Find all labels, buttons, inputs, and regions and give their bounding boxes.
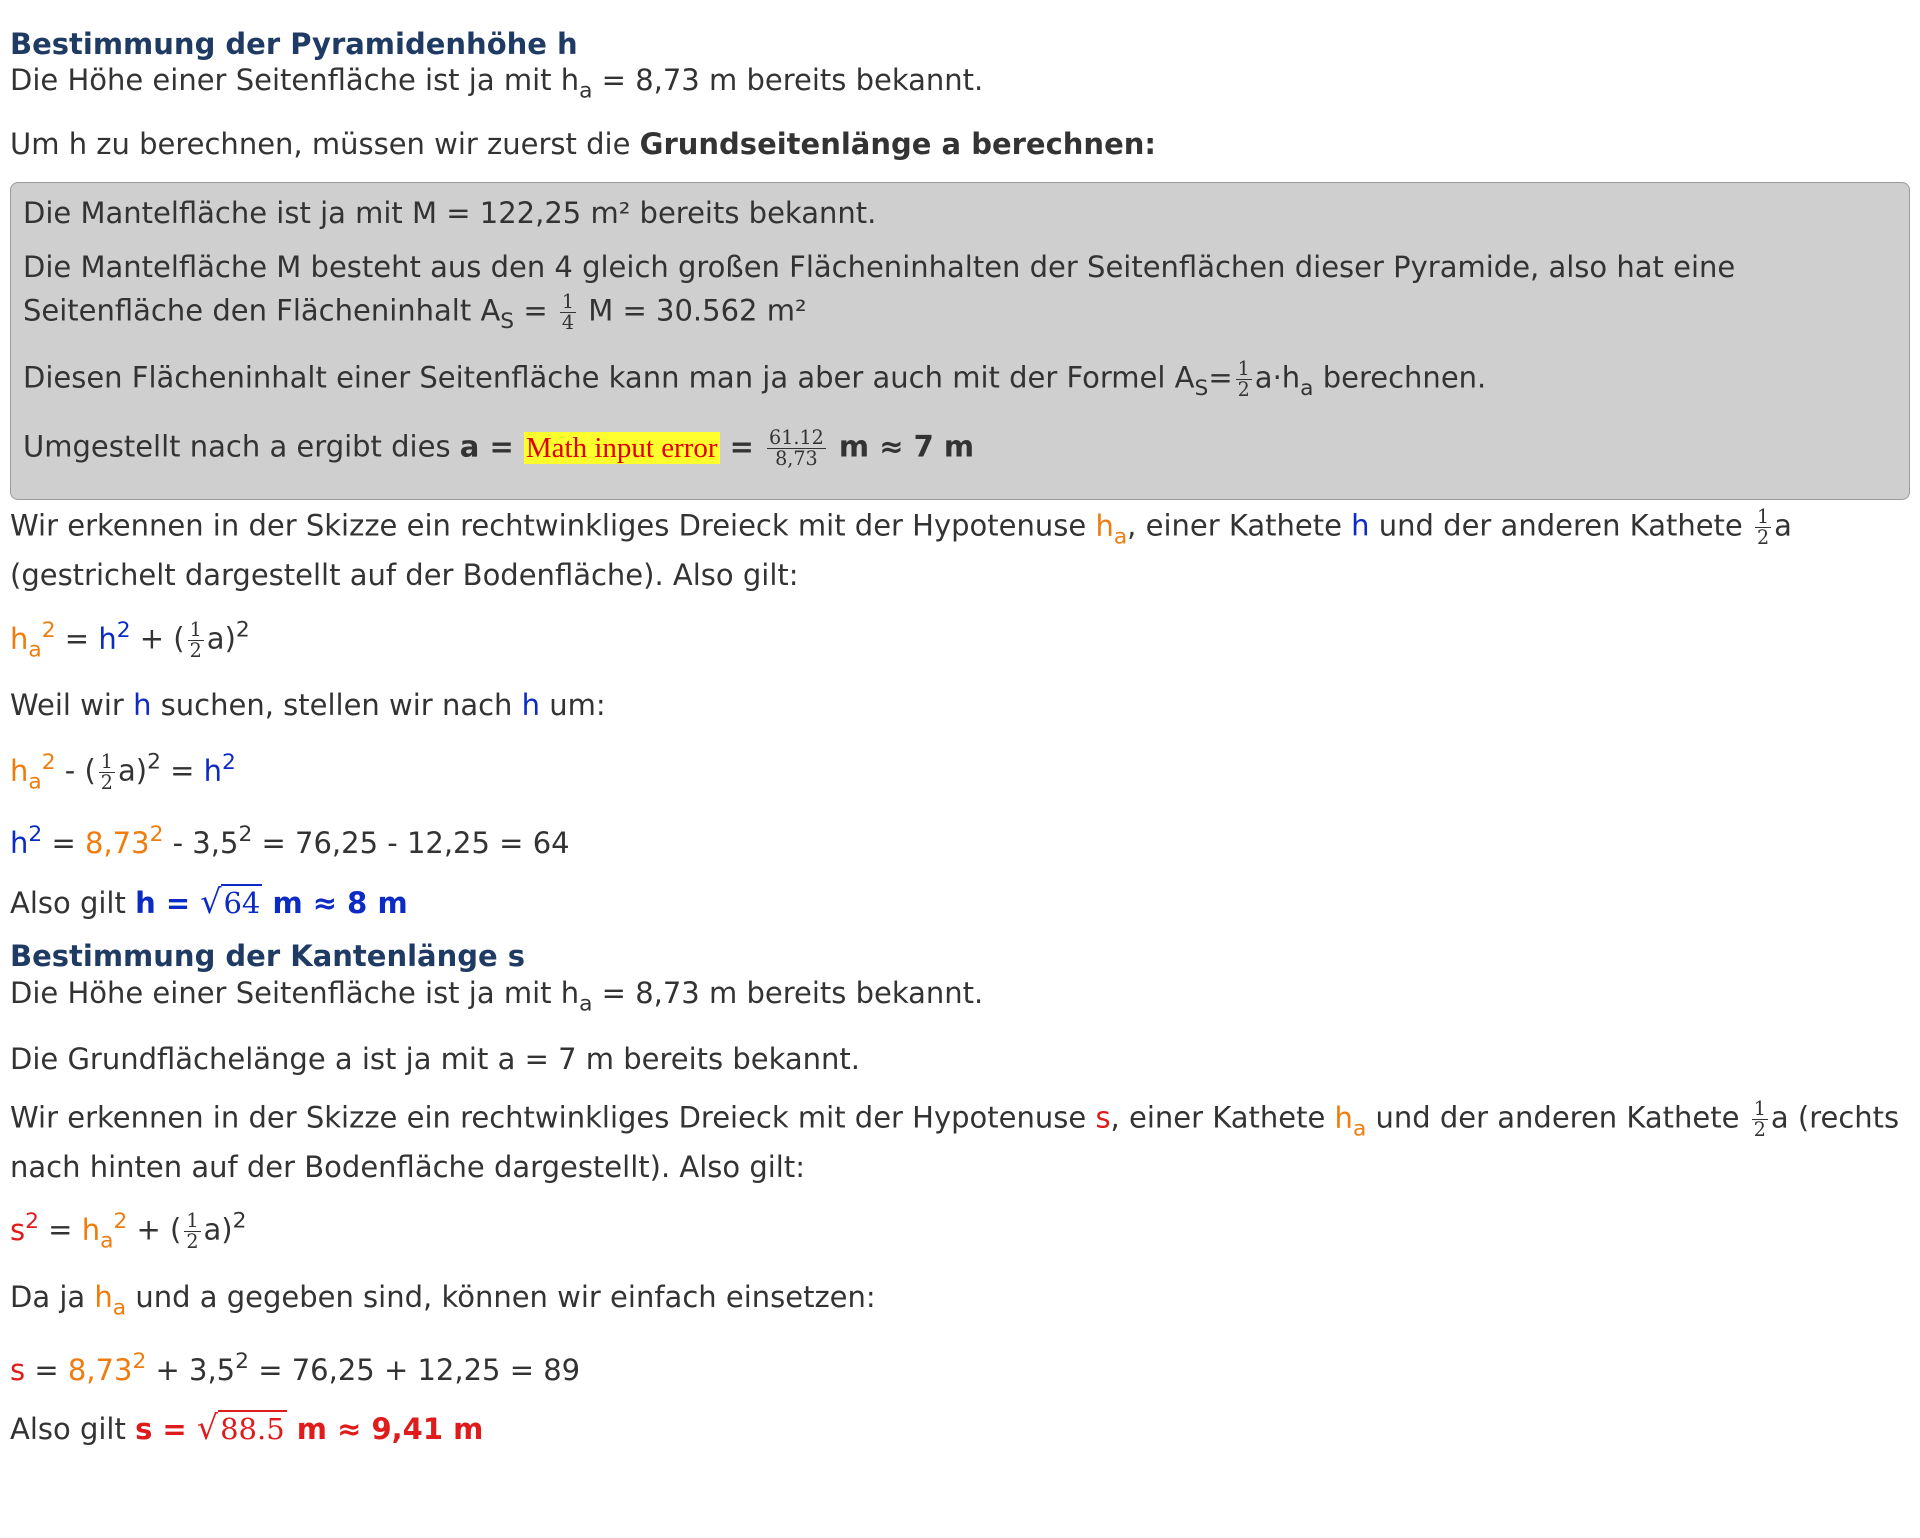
fraction: 14 (559, 290, 577, 335)
box-line-mantle-composition: Die Mantelfläche M besteht aus den 4 gle… (23, 250, 1736, 284)
box-line-face-area: Seitenfläche den Flächeninhalt AS = 14 M… (23, 290, 807, 335)
result-h: Also gilt h = √64 m ≈ 8 m (10, 882, 408, 921)
box-line-mantle-known: Die Mantelfläche ist ja mit M = 122,25 m… (23, 196, 877, 230)
fraction: 12 (98, 750, 115, 795)
text-compute-base-first: Um h zu berechnen, müssen wir zuerst die… (10, 127, 1156, 161)
text-triangle-description-2: Wir erkennen in der Skizze ein rechtwink… (10, 1097, 1900, 1142)
equation-substitution-h: h2 = 8,732 - 3,52 = 76,25 - 12,25 = 64 (10, 822, 570, 860)
text-face-height-known-2: Die Höhe einer Seitenfläche ist ja mit h… (10, 976, 984, 1017)
fraction: 61.12 8,73 (767, 426, 826, 471)
heading-pyramid-height: Bestimmung der Pyramidenhöhe h (10, 27, 578, 61)
fraction: 12 (1235, 357, 1252, 402)
result-s: Also gilt s = √88.5 m ≈ 9,41 m (10, 1408, 484, 1447)
text-face-height-known: Die Höhe einer Seitenfläche ist ja mit h… (10, 63, 984, 104)
equation-pythagoras-3: s2 = ha2 + (1 2 a)2 (10, 1208, 247, 1254)
fraction: 12 (184, 1209, 201, 1254)
fraction: 12 (187, 618, 204, 663)
text-triangle-description-cont: (gestrichelt dargestellt auf der Bodenfl… (10, 558, 799, 592)
fraction: 12 (1755, 505, 1772, 550)
text-base-length-known: Die Grundflächelänge a ist ja mit a = 7 … (10, 1042, 861, 1076)
square-root: √64 (200, 882, 263, 921)
heading-edge-length: Bestimmung der Kantenlänge s (10, 939, 526, 973)
text-insert-values: Da ja ha und a gegeben sind, können wir … (10, 1280, 876, 1321)
box-line-solve-a: Umgestellt nach a ergibt dies a = Math i… (23, 426, 975, 471)
equation-pythagoras-2: ha2 - (1 2 a)2 = h2 (10, 749, 236, 795)
text-triangle-description: Wir erkennen in der Skizze ein rechtwink… (10, 505, 1792, 550)
text-triangle-description-2-cont: nach hinten auf der Bodenfläche dargeste… (10, 1150, 806, 1184)
equation-pythagoras-1: ha2 = h2 + (1 2 a)2 (10, 617, 250, 663)
fraction: 12 (1751, 1097, 1768, 1142)
page: Bestimmung der Pyramidenhöhe h Die Höhe … (0, 0, 1920, 1538)
box-line-face-formula: Diesen Flächeninhalt einer Seitenfläche … (23, 357, 1487, 402)
math-input-error: Math input error (523, 431, 720, 464)
square-root: √88.5 (196, 1408, 287, 1447)
equation-substitution-s: s = 8,732 + 3,52 = 76,25 + 12,25 = 89 (10, 1349, 581, 1387)
text-solve-for-h: Weil wir h suchen, stellen wir nach h um… (10, 688, 606, 722)
